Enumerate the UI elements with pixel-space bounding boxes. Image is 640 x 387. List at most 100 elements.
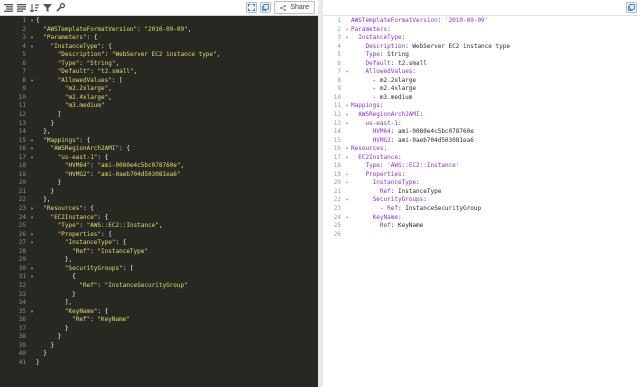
fold-gutter [28,102,36,111]
fold-toggle-icon[interactable]: ▾ [343,171,351,180]
code-line: 21 } [0,188,318,197]
share-button[interactable]: Share [274,1,315,14]
code-string: "InstanceSecurityGroup" [104,281,188,289]
code-line: 38 } [0,333,318,342]
fold-toggle-icon[interactable]: ▾ [343,102,351,111]
code-key: Type [365,51,380,59]
line-number: 14 [18,128,26,136]
fold-gutter [28,179,36,188]
line-number: 12 [18,111,26,119]
code-punct: : [423,196,427,204]
code-punct [351,128,373,135]
compact-icon[interactable] [16,2,27,13]
code-text: "Properties": { [36,231,112,240]
fold-toggle-icon[interactable]: ▾ [28,77,36,86]
fold-toggle-icon[interactable]: ▾ [343,34,351,43]
code-line: 23 - Ref: InstanceSecurityGroup [323,205,640,214]
code-punct: : [397,213,402,221]
fold-toggle-icon[interactable]: ▾ [28,214,36,223]
line-number: 10 [333,93,341,101]
line-number: 5 [22,51,26,59]
format-icon[interactable] [3,2,14,13]
fold-toggle-icon[interactable]: ▾ [28,154,36,163]
fold-toggle-icon[interactable]: ▾ [343,196,351,205]
fold-gutter [343,188,351,197]
fold-toggle-icon[interactable]: ▾ [343,154,351,163]
fold-toggle-icon[interactable]: ▾ [28,265,36,274]
repair-icon[interactable] [55,2,66,13]
code-text: ] [36,111,62,120]
code-text: HVMG2: ami-0aeb704d503081ea6 [351,137,474,146]
code-line: 31 ▾ { [0,273,318,282]
fold-toggle-icon[interactable]: ▾ [28,145,36,154]
code-string: '2010-09-09' [444,17,489,24]
code-key: us-east-1 [365,119,398,127]
line-number: 18 [18,162,26,170]
code-punct: } [36,119,55,127]
fold-toggle-icon[interactable]: ▾ [28,34,36,43]
fold-toggle-icon[interactable]: ▾ [28,43,36,52]
code-text: }, [36,196,50,205]
fold-toggle-icon[interactable]: ▾ [28,205,36,214]
fold-toggle-icon[interactable]: ▾ [343,120,351,129]
line-number: 15 [18,136,26,144]
fold-gutter [343,60,351,69]
fold-toggle-icon[interactable]: ▾ [28,231,36,240]
code-text: } [36,120,54,129]
code-key: "SecurityGroups" [64,264,123,272]
fold-gutter [343,17,351,26]
json-editor-pane[interactable]: Share 1 ▾{2 "AWSTemplateFormatVersion": "… [0,0,318,387]
filter-icon[interactable] [42,2,53,13]
fold-toggle-icon[interactable]: ▾ [28,308,36,317]
fold-gutter [28,26,36,35]
copy-icon[interactable] [626,2,637,13]
code-key: "Parameters" [43,34,87,42]
fold-toggle-icon[interactable]: ▾ [343,26,351,35]
code-punct: { [36,273,76,281]
fold-toggle-icon[interactable]: ▾ [28,17,36,26]
fold-gutter [343,137,351,146]
expand-icon[interactable] [246,2,258,13]
fold-toggle-icon[interactable]: ▾ [343,68,351,77]
code-line: 11 ▾ Mappings: [323,102,640,111]
fold-toggle-icon[interactable]: ▾ [28,273,36,282]
fold-gutter [28,68,36,77]
code-text: Description: WebServer EC2 instance type [351,43,510,52]
code-punct [36,77,58,84]
code-punct [351,188,380,195]
fold-toggle-icon[interactable]: ▾ [343,214,351,223]
fold-gutter [28,316,36,325]
code-punct: - m2.2xlarge [351,76,417,84]
code-punct: } [36,350,47,358]
line-number: 1 [337,17,341,24]
code-line: 34 ], [0,299,318,308]
code-line: 24 ▾ KeyName: [323,214,640,223]
fold-toggle-icon[interactable]: ▾ [343,145,351,154]
fold-toggle-icon[interactable]: ▾ [343,179,351,188]
code-punct: - m3.medium [351,93,413,101]
line-number: 18 [333,162,341,170]
fold-toggle-icon[interactable]: ▾ [28,137,36,146]
line-number: 6 [22,59,26,67]
code-string: "WebServer EC2 instance type" [111,51,217,59]
fold-toggle-icon[interactable]: ▾ [343,111,351,120]
code-line: 29 }, [0,256,318,265]
code-punct: { [36,17,40,24]
code-line: 25 "Type": "AWS::EC2::Instance", [0,222,318,231]
code-string: "KeyName" [97,316,130,324]
code-punct: : [97,281,105,289]
copy-icon[interactable] [260,2,272,13]
code-line: 41} [0,359,318,368]
yaml-code-area[interactable]: 1 AWSTemplateFormatVersion: '2010-09-09' 2… [323,17,640,239]
sort-icon[interactable] [29,2,40,13]
code-text: } [36,291,76,300]
code-punct [351,51,365,58]
code-line: 6 "Type": "String", [0,60,318,69]
code-string: "t2.small" [97,68,134,76]
yaml-output-pane[interactable]: 1 AWSTemplateFormatVersion: '2010-09-09' 2… [323,0,640,387]
fold-toggle-icon[interactable]: ▾ [28,239,36,248]
code-key: "HVMG2" [64,170,91,178]
line-number: 26 [18,230,26,238]
json-code-area[interactable]: 1 ▾{2 "AWSTemplateFormatVersion": "2010-0… [0,17,318,367]
code-key: "Mappings" [43,136,80,144]
